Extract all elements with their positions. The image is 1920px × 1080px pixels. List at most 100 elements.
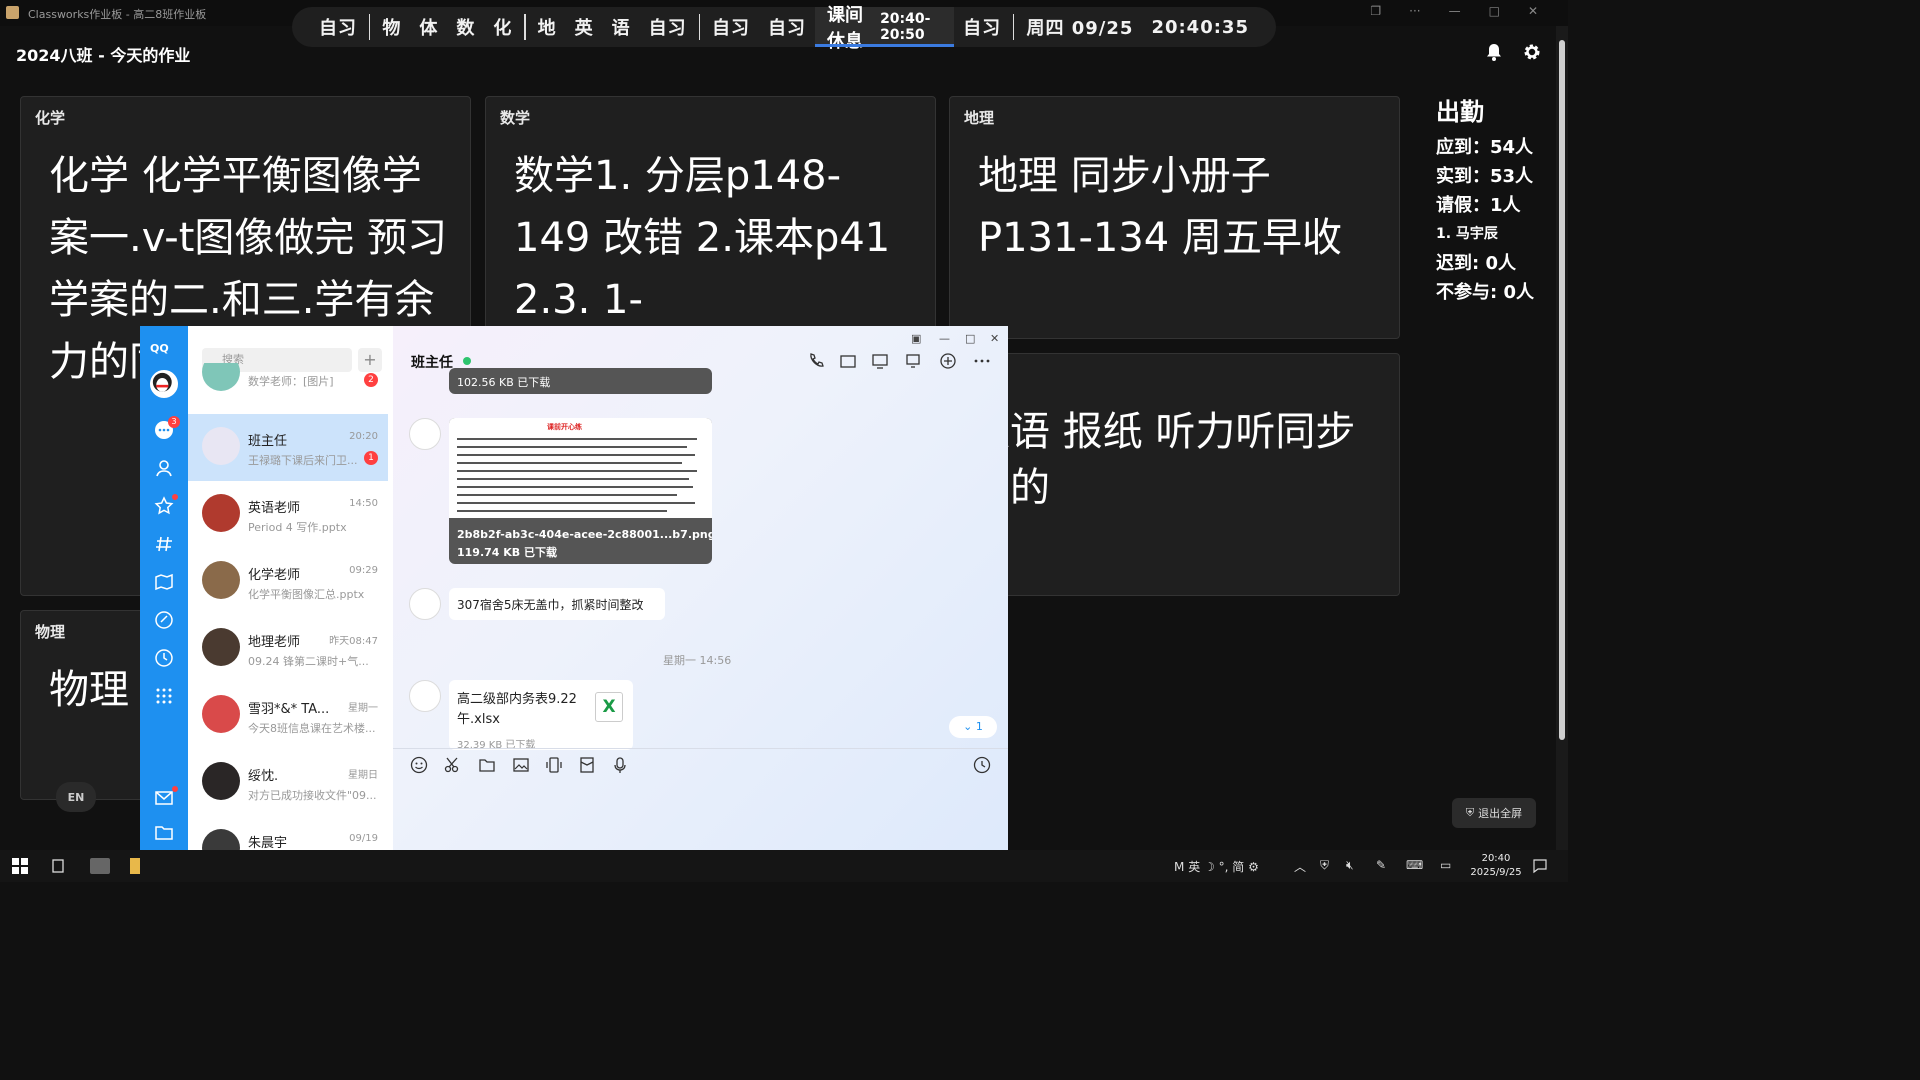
phone-icon[interactable] xyxy=(807,352,825,370)
pin-icon[interactable]: ▣ xyxy=(911,332,921,345)
link-icon[interactable] xyxy=(154,610,174,630)
schedule-separator xyxy=(524,14,526,40)
conversation-item[interactable]: 地理老师 昨天08:47 09.24 锋第二课时+气... xyxy=(188,615,388,682)
schedule-item: 数 xyxy=(456,18,476,39)
scissors-icon[interactable] xyxy=(443,756,461,774)
avatar xyxy=(202,695,240,733)
attendance-panel[interactable]: 出勤 应到：54人 实到：53人 请假：1人 1. 马宇辰 迟到: 0人 不参与… xyxy=(1436,92,1556,307)
exit-fullscreen-button[interactable]: ⛨ 退出全屏 xyxy=(1452,798,1536,828)
conversation-item[interactable]: 雪羽*&* TA... 星期一 今天8班信息课在艺术楼... xyxy=(188,682,388,749)
conversation-time: 09/19 xyxy=(349,833,378,844)
conversation-item[interactable]: 英语老师 14:50 Period 4 写作.pptx xyxy=(188,481,388,548)
screen-share-icon[interactable] xyxy=(871,352,889,370)
add-members-icon[interactable] xyxy=(939,352,957,370)
attendance-leave: 请假：1人 xyxy=(1436,195,1521,216)
attendance-actual: 实到：53人 xyxy=(1436,166,1534,187)
unread-badge: 2 xyxy=(364,373,378,387)
homework-card-geography[interactable]: 地理 地理 同步小册子P131-134 周五早收 xyxy=(949,96,1400,339)
video-call-icon[interactable] xyxy=(839,352,857,370)
remote-assist-icon[interactable] xyxy=(905,352,923,370)
ime-language-badge[interactable]: EN xyxy=(56,782,96,812)
date-divider: 星期一 14:56 xyxy=(663,654,732,667)
task-view-icon[interactable] xyxy=(50,858,66,874)
conversation-last-message: 王禄璐下课后来门卫... xyxy=(248,454,358,467)
keyboard-icon[interactable]: ⌨ xyxy=(1406,858,1423,872)
new-count: 1 xyxy=(975,720,983,733)
windows-start-icon[interactable] xyxy=(12,858,28,874)
close-icon[interactable]: ✕ xyxy=(990,332,999,345)
schedule-date: 周四 09/25 xyxy=(1026,18,1134,39)
folder-icon[interactable] xyxy=(154,822,174,842)
bell-icon[interactable] xyxy=(1484,42,1504,62)
conversation-time: 09:29 xyxy=(349,565,378,576)
current-period-time: 20:40-20:50 xyxy=(880,11,931,43)
homework-card-english[interactable]: 英语 英语 报纸 听力听同步上的 xyxy=(949,353,1400,596)
text-message[interactable]: 307宿舍5床无盖巾，抓紧时间整改 xyxy=(449,588,665,620)
folder-icon[interactable] xyxy=(478,756,496,774)
apps-grid-icon[interactable] xyxy=(154,686,174,706)
notification-icon[interactable] xyxy=(1532,858,1548,874)
window-controls: ❐ ··· — □ ✕ xyxy=(1370,4,1538,18)
gear-icon[interactable] xyxy=(1522,42,1542,62)
unread-badge: 3 xyxy=(168,416,180,428)
avatar xyxy=(202,628,240,666)
conversation-time: 星期日 xyxy=(348,770,378,781)
more-icon[interactable] xyxy=(973,352,991,370)
image-icon[interactable] xyxy=(512,756,530,774)
minimize-icon[interactable]: — xyxy=(939,332,950,345)
file-explorer-icon[interactable] xyxy=(130,858,140,874)
ime-mode-icon: M xyxy=(1174,860,1185,874)
my-avatar[interactable] xyxy=(150,370,178,398)
red-packet-icon[interactable] xyxy=(578,756,596,774)
conversation-item[interactable]: 班主任 20:20 王禄璐下课后来门卫... 1 xyxy=(188,414,388,481)
attendance-absent: 不参与: 0人 xyxy=(1436,282,1534,303)
map-icon[interactable] xyxy=(154,572,174,592)
online-status-dot xyxy=(463,357,471,365)
contacts-icon[interactable] xyxy=(154,458,174,478)
card-subject-label: 数学 xyxy=(500,109,531,127)
conversation-name: 英语老师 xyxy=(248,501,301,516)
history-icon[interactable] xyxy=(154,648,174,668)
conversation-item[interactable]: 绥忱. 星期日 对方已成功接收文件"09... xyxy=(188,749,388,816)
security-icon[interactable]: ⛨ xyxy=(1320,858,1329,873)
more-icon[interactable]: ··· xyxy=(1409,4,1420,18)
card-homework-text: 英语 报纸 听力听同步上的 xyxy=(970,409,1356,511)
page-scrollbar-thumb[interactable] xyxy=(1559,40,1565,740)
avatar xyxy=(409,588,441,620)
conversation-time: 14:50 xyxy=(349,498,378,509)
maximize-icon[interactable]: □ xyxy=(965,332,975,345)
current-period-label: 课间休息 xyxy=(826,5,863,52)
image-message[interactable]: 课前开心练 2b8b2f-ab3c-404e-acee-2c88001...b7… xyxy=(449,418,712,564)
conversation-item[interactable]: 数学老师：[图片] 2 xyxy=(188,363,388,403)
microphone-icon[interactable] xyxy=(611,756,629,774)
mail-icon[interactable] xyxy=(154,788,174,808)
image-message[interactable]: 102.56 KB 已下载 xyxy=(449,368,712,394)
taskbar-clock[interactable]: 20:40 2025/9/25 xyxy=(1468,852,1524,880)
close-icon[interactable]: ✕ xyxy=(1528,4,1538,18)
clock-time: 20:40 xyxy=(1481,853,1511,864)
conversation-last-message: Period 4 写作.pptx xyxy=(248,521,347,534)
volume-muted-icon[interactable]: 🔇︎ xyxy=(1346,858,1354,873)
jump-to-new-button[interactable]: ⌄ 1 xyxy=(949,716,997,738)
avatar xyxy=(202,494,240,532)
schedule-separator xyxy=(1013,14,1015,40)
schedule-separator xyxy=(369,14,371,40)
conversation-item[interactable]: 化学老师 09:29 化学平衡图像汇总.pptx xyxy=(188,548,388,615)
chevron-up-icon[interactable]: ︿ xyxy=(1294,858,1306,875)
restore-icon[interactable]: ❐ xyxy=(1370,4,1381,18)
pen-icon[interactable]: ✎ xyxy=(1376,858,1386,872)
display-icon[interactable]: ▭ xyxy=(1440,858,1451,872)
clock-icon[interactable] xyxy=(973,756,991,774)
file-message[interactable]: 高二级部内务表9.22午.xlsx X 32.39 KB 已下载 xyxy=(449,680,633,751)
shake-icon[interactable] xyxy=(545,756,563,774)
moon-icon: ☽ xyxy=(1204,860,1215,874)
emoji-icon[interactable] xyxy=(410,756,428,774)
app-taskbar-icon[interactable] xyxy=(90,858,110,874)
ime-indicator[interactable]: M 英 ☽ °, 简 ⚙ xyxy=(1174,858,1259,875)
channel-icon[interactable] xyxy=(154,534,174,554)
star-icon[interactable] xyxy=(154,496,174,516)
notify-dot xyxy=(172,494,178,500)
maximize-icon[interactable]: □ xyxy=(1489,4,1500,18)
conversation-time: 星期一 xyxy=(348,703,378,714)
minimize-icon[interactable]: — xyxy=(1449,4,1461,18)
